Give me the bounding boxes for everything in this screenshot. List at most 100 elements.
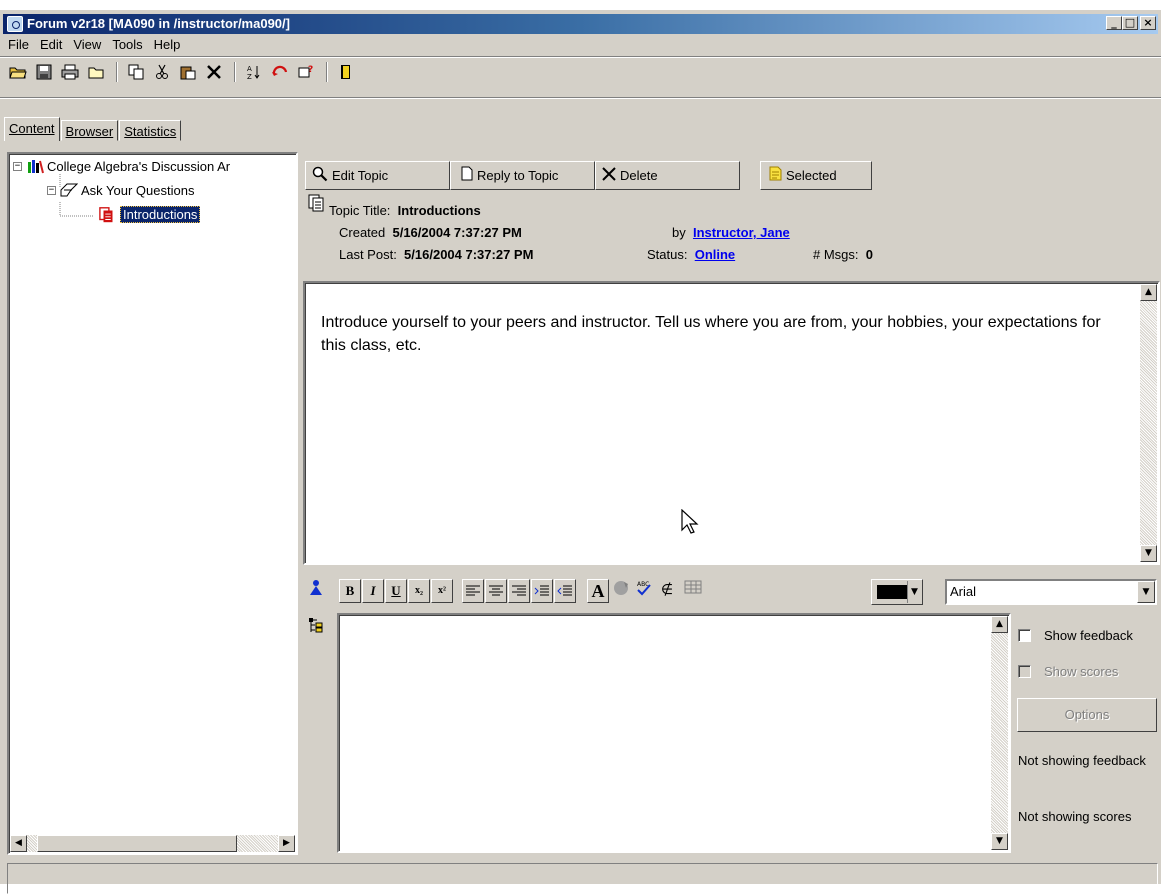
align-right-button[interactable] [508, 579, 530, 603]
topic-title: Introductions [397, 203, 481, 218]
msgs-count: 0 [865, 247, 873, 262]
insert-image-icon[interactable] [610, 579, 632, 603]
scroll-down-button[interactable]: ▼ [991, 833, 1008, 850]
tab-content[interactable]: Content [4, 117, 60, 141]
help-icon[interactable]: ? [294, 60, 318, 84]
outline-icon[interactable] [308, 617, 326, 639]
show-feedback-checkbox[interactable] [1018, 629, 1031, 642]
toolbar-separator [116, 62, 118, 82]
topic-info-panel: Topic Title: Introductions Created 5/16/… [305, 193, 1160, 279]
message-body: Introduce yourself to your peers and ins… [321, 314, 1101, 354]
topic-doc-icon [308, 194, 326, 216]
subscript-button[interactable]: x₂ [408, 579, 430, 603]
menu-edit[interactable]: Edit [35, 35, 68, 55]
reply-editor[interactable]: ▲ ▼ [337, 613, 1011, 853]
window-title: Forum v2r18 [MA090 in /instructor/ma090/… [27, 16, 290, 31]
forum-tree[interactable]: − College Algebra's Discussion Ar − Ask … [7, 152, 298, 855]
tab-statistics[interactable]: Statistics [119, 120, 182, 141]
underline-button[interactable]: U [385, 579, 407, 603]
tree-horizontal-scrollbar[interactable]: ◀ ▶ [10, 835, 295, 852]
page-icon [461, 166, 473, 185]
open-folder-icon[interactable] [6, 60, 30, 84]
created-label: Created [339, 225, 386, 240]
selected-button[interactable]: Selected [760, 161, 872, 190]
print-icon[interactable] [58, 60, 82, 84]
reply-to-topic-label: Reply to Topic [477, 168, 559, 183]
scroll-up-button[interactable]: ▲ [991, 616, 1008, 633]
bold-button[interactable]: B [339, 579, 361, 603]
scroll-up-button[interactable]: ▲ [1140, 284, 1157, 301]
font-color-button[interactable]: A [587, 579, 609, 603]
scroll-right-button[interactable]: ▶ [278, 835, 295, 852]
maximize-button[interactable]: □ [1122, 16, 1138, 30]
by-label: by [672, 225, 686, 240]
feedback-panel: Show feedback Show scores Options Not sh… [1014, 615, 1160, 855]
delete-label: Delete [620, 168, 658, 183]
close-button[interactable]: × [1140, 16, 1156, 30]
menu-view[interactable]: View [68, 35, 107, 55]
tab-content-label: Content [9, 121, 55, 136]
app-icon [7, 16, 23, 32]
copy-icon[interactable] [124, 60, 148, 84]
sort-icon[interactable]: AZ [242, 60, 266, 84]
font-select[interactable]: Arial ▼ [945, 579, 1157, 605]
scroll-thumb[interactable] [37, 835, 237, 852]
delete-button[interactable]: Delete [595, 161, 740, 190]
status-link[interactable]: Online [695, 247, 735, 262]
delete-icon[interactable] [202, 60, 226, 84]
reply-to-topic-button[interactable]: Reply to Topic [450, 161, 595, 190]
italic-button[interactable]: I [362, 579, 384, 603]
tab-browser-label: Browser [65, 124, 114, 139]
created-value: 5/16/2004 7:37:27 PM [392, 225, 522, 240]
menu-file[interactable]: File [3, 35, 35, 55]
mouse-pointer-icon [681, 508, 699, 541]
minimize-button[interactable]: _ [1106, 16, 1122, 30]
scroll-track[interactable] [27, 835, 278, 852]
svg-text:Z: Z [247, 73, 252, 80]
author-link[interactable]: Instructor, Jane [693, 225, 790, 240]
align-left-button[interactable] [462, 579, 484, 603]
tab-browser[interactable]: Browser [60, 120, 119, 141]
not-showing-scores-text: Not showing scores [1018, 809, 1132, 824]
edit-topic-button[interactable]: Edit Topic [305, 161, 450, 190]
special-character-icon[interactable]: ∉ [656, 579, 678, 603]
scroll-down-button[interactable]: ▼ [1140, 545, 1157, 562]
status-label: Status: [647, 247, 688, 262]
options-button[interactable]: Options [1017, 698, 1157, 732]
outdent-button[interactable] [554, 579, 576, 603]
spell-check-icon[interactable]: ABC [633, 579, 655, 603]
message-vertical-scrollbar[interactable]: ▲ ▼ [1140, 284, 1157, 562]
person-icon[interactable] [305, 579, 327, 603]
save-icon[interactable] [32, 60, 56, 84]
edit-topic-label: Edit Topic [332, 168, 389, 183]
font-select-value: Arial [950, 584, 977, 599]
color-picker[interactable]: ▼ [871, 579, 923, 605]
tab-statistics-label: Statistics [124, 124, 177, 139]
align-center-button[interactable] [485, 579, 507, 603]
title-bar[interactable]: Forum v2r18 [MA090 in /instructor/ma090/… [3, 14, 1158, 34]
exit-icon[interactable] [334, 60, 358, 84]
insert-table-icon[interactable] [682, 579, 704, 603]
status-bar [7, 863, 1158, 894]
cut-icon[interactable] [150, 60, 174, 84]
message-view[interactable]: Introduce yourself to your peers and ins… [303, 281, 1160, 565]
show-scores-checkbox[interactable] [1018, 665, 1031, 678]
paste-icon[interactable] [176, 60, 200, 84]
menu-divider [0, 56, 1161, 58]
chevron-down-icon[interactable]: ▼ [1137, 581, 1155, 603]
topic-action-bar: Edit Topic Reply to Topic Delete Selecte… [305, 161, 872, 190]
menu-bar: File Edit View Tools Help [3, 35, 186, 55]
chevron-down-icon[interactable]: ▼ [907, 581, 921, 603]
refresh-icon[interactable] [268, 60, 292, 84]
tab-strip: Content Browser Statistics [4, 117, 182, 141]
menu-tools[interactable]: Tools [107, 35, 148, 55]
tree-connectors [9, 154, 94, 217]
editor-vertical-scrollbar[interactable]: ▲ ▼ [991, 616, 1008, 850]
superscript-button[interactable]: x² [431, 579, 453, 603]
folder-icon[interactable] [84, 60, 108, 84]
indent-button[interactable] [531, 579, 553, 603]
menu-help[interactable]: Help [149, 35, 187, 55]
scroll-left-button[interactable]: ◀ [10, 835, 27, 852]
last-post-label: Last Post: [339, 247, 397, 262]
color-swatch-black [877, 585, 907, 599]
